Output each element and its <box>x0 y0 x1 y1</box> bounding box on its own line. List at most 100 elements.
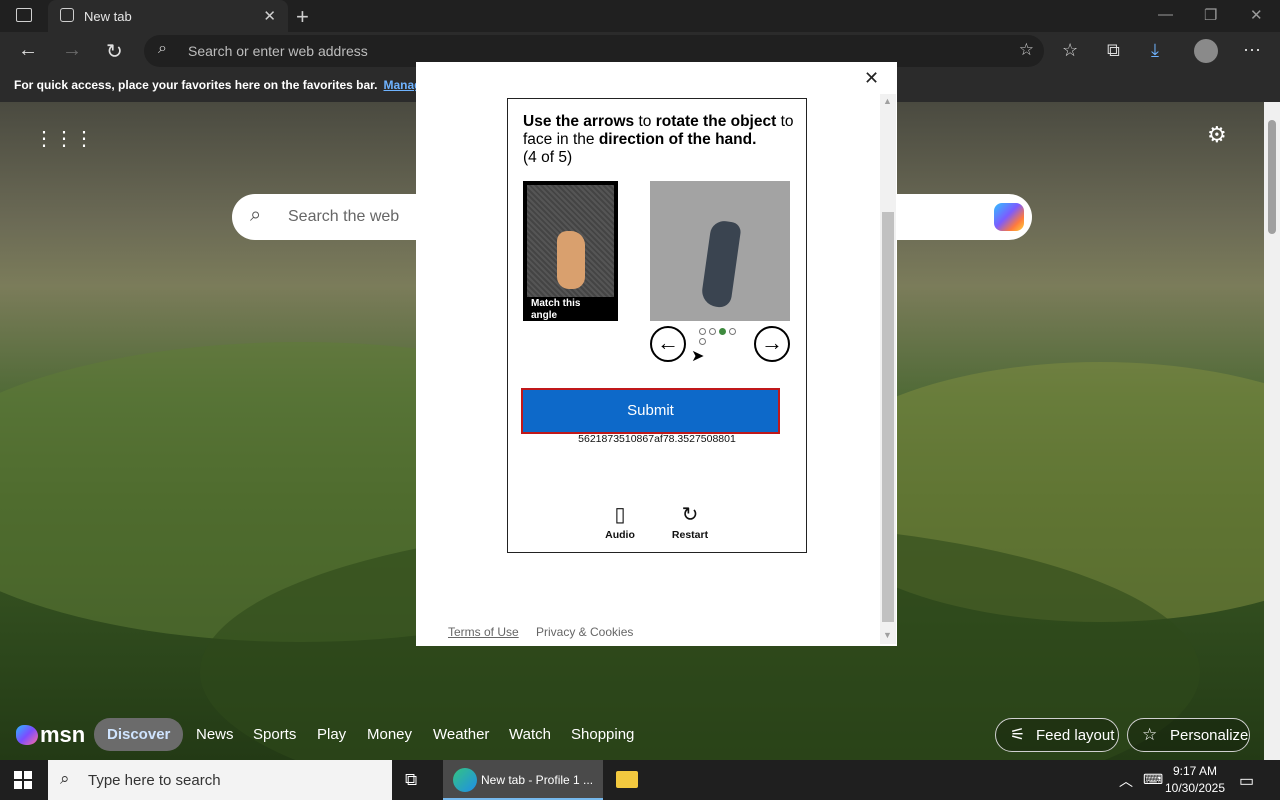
restart-button[interactable]: ↻ Restart <box>665 503 715 541</box>
terms-link[interactable]: Terms of Use <box>448 625 519 639</box>
windows-logo-icon <box>14 781 22 789</box>
prompt-bold: rotate the object <box>655 113 777 130</box>
captcha-progress: (4 of 5) <box>523 149 573 166</box>
msn-logo[interactable]: msn <box>16 722 85 748</box>
page-scroll-thumb[interactable] <box>1268 120 1276 234</box>
tab-page-icon <box>60 8 74 22</box>
hand-icon <box>557 231 585 289</box>
restart-label: Restart <box>671 529 709 541</box>
web-search-placeholder: Search the web <box>288 208 400 225</box>
nav-news[interactable]: News <box>196 726 234 743</box>
privacy-link[interactable]: Privacy & Cookies <box>536 625 633 639</box>
address-placeholder: Search or enter web address <box>188 43 368 59</box>
tab-close-icon[interactable]: ✕ <box>263 7 276 25</box>
msn-logo-text: msn <box>40 722 86 747</box>
captcha-modal: ✕ Use the arrows to rotate the object to… <box>416 62 897 646</box>
nav-shopping[interactable]: Shopping <box>571 726 634 743</box>
favorites-bar-text: For quick access, place your favorites h… <box>14 78 378 92</box>
more-options-icon[interactable]: ⋯ <box>1243 40 1261 61</box>
speaker-icon: ▯ <box>614 504 626 526</box>
profile-avatar[interactable] <box>1194 39 1218 63</box>
feed-layout-label: Feed layout <box>1036 727 1115 744</box>
msn-butterfly-icon <box>16 725 38 745</box>
hand-photo <box>527 185 614 297</box>
search-icon: ⌕ <box>60 769 70 788</box>
windows-logo-icon <box>24 771 32 779</box>
submit-button[interactable]: Submit <box>521 388 780 434</box>
modal-scroll-thumb[interactable] <box>882 212 894 622</box>
taskbar-search-placeholder: Type here to search <box>88 772 221 789</box>
step-dot <box>699 338 706 345</box>
nav-sports[interactable]: Sports <box>253 726 296 743</box>
rotating-object-image <box>650 181 790 321</box>
restart-icon: ↻ <box>681 504 699 526</box>
prompt-bold: Use the arrows <box>523 113 635 130</box>
scroll-up-icon[interactable]: ▲ <box>883 96 892 106</box>
new-tab-button[interactable]: + <box>296 4 309 30</box>
step-dot-active <box>719 328 726 335</box>
refresh-icon[interactable]: ↻ <box>106 39 123 64</box>
nav-discover[interactable]: Discover <box>94 718 184 751</box>
nav-watch[interactable]: Watch <box>509 726 551 743</box>
captcha-instructions: Use the arrows to rotate the object to f… <box>523 113 798 167</box>
restore-icon[interactable]: ❐ <box>1204 6 1217 24</box>
clock-date: 10/30/2025 <box>1164 781 1226 795</box>
taskbar-search[interactable]: ⌕ Type here to search <box>48 760 392 800</box>
collections-icon[interactable]: ⧉ <box>1107 40 1120 61</box>
notifications-icon[interactable]: ▭ <box>1239 771 1254 791</box>
file-explorer-icon[interactable] <box>616 771 638 788</box>
personalize-label: Personalize <box>1170 727 1249 744</box>
nav-money[interactable]: Money <box>367 726 412 743</box>
windows-logo-icon <box>24 781 32 789</box>
edge-window-label: New tab - Profile 1 ... <box>481 773 594 787</box>
mouse-cursor-icon: ➤ <box>691 348 705 365</box>
audio-label: Audio <box>605 529 635 541</box>
window-menu-icon[interactable] <box>16 8 32 22</box>
edge-logo-icon <box>453 768 477 792</box>
minimize-icon[interactable]: — <box>1158 6 1173 23</box>
modal-scrollbar[interactable]: ▲ ▼ <box>880 94 896 644</box>
sparkle-icon: ☆ <box>1142 725 1158 744</box>
captcha-challenge: Use the arrows to rotate the object to f… <box>507 98 807 553</box>
step-dot <box>699 328 706 335</box>
search-icon: ⌕ <box>158 40 167 57</box>
search-icon: ⌕ <box>250 204 262 226</box>
forward-icon[interactable]: → <box>62 39 82 62</box>
copilot-icon[interactable] <box>994 203 1024 231</box>
rotate-right-button[interactable]: → <box>754 326 790 362</box>
windows-logo-icon <box>14 771 22 779</box>
page-scrollbar[interactable] <box>1264 102 1280 760</box>
msn-nav-bar: msn Discover News Sports Play Money Weat… <box>0 710 1264 760</box>
back-icon[interactable]: ← <box>18 39 38 62</box>
downloads-icon[interactable]: ⤓ <box>1151 40 1159 61</box>
system-clock[interactable]: 9:17 AM 10/30/2025 <box>1160 763 1230 797</box>
prompt-text: to <box>634 113 656 130</box>
settings-gear-icon[interactable]: ⚙ <box>1207 122 1227 148</box>
nav-play[interactable]: Play <box>317 726 346 743</box>
edge-taskbar-button[interactable]: New tab - Profile 1 ... <box>443 760 603 800</box>
nav-weather[interactable]: Weather <box>433 726 489 743</box>
apps-grid-icon[interactable]: ⋮⋮⋮ <box>34 126 94 151</box>
shoe-object <box>700 219 742 309</box>
audio-button[interactable]: ▯ Audio <box>595 503 645 541</box>
step-dot <box>709 328 716 335</box>
add-favorite-icon[interactable]: ☆ <box>1019 40 1034 60</box>
reference-hand-image: Match this angle <box>523 181 618 321</box>
close-icon[interactable]: ✕ <box>864 68 879 89</box>
tab-strip: New tab ✕ + — ❐ ✕ <box>0 0 1280 32</box>
task-view-icon[interactable]: ⧉ <box>405 770 417 790</box>
personalize-button[interactable]: ☆ Personalize <box>1127 718 1250 752</box>
windows-taskbar: ⌕ Type here to search ⧉ New tab - Profil… <box>0 760 1280 800</box>
close-window-icon[interactable]: ✕ <box>1250 6 1263 24</box>
rotate-left-button[interactable]: ← <box>650 326 686 362</box>
tab-new-tab[interactable]: New tab ✕ <box>48 0 288 32</box>
feed-layout-button[interactable]: ⚟ Feed layout <box>995 718 1119 752</box>
start-button[interactable] <box>14 771 32 789</box>
clock-time: 9:17 AM <box>1172 764 1218 778</box>
sliders-icon: ⚟ <box>1010 725 1026 744</box>
step-dot <box>729 328 736 335</box>
reference-caption: Match this angle <box>531 298 581 321</box>
scroll-down-icon[interactable]: ▼ <box>883 630 892 640</box>
show-hidden-icons-icon[interactable]: ︿ <box>1119 771 1133 791</box>
favorites-icon[interactable]: ☆ <box>1062 40 1078 61</box>
